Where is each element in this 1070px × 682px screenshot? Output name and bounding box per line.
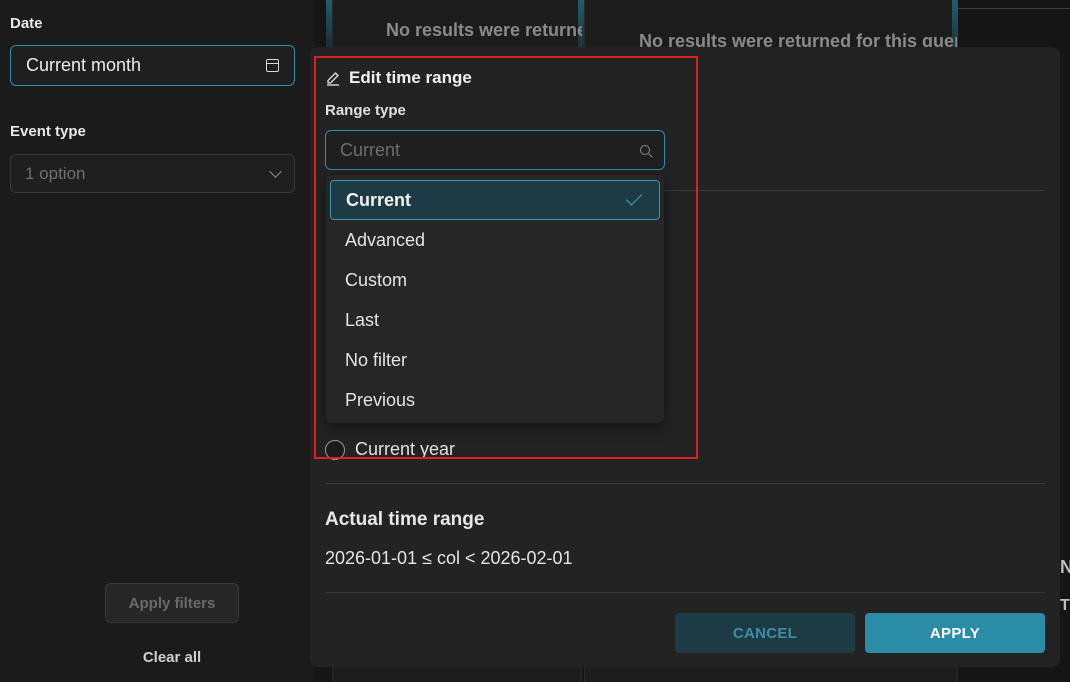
pencil-icon bbox=[327, 72, 339, 86]
apply-filters-button[interactable]: Apply filters bbox=[105, 583, 239, 623]
dropdown-option-custom[interactable]: Custom bbox=[330, 260, 660, 300]
event-type-value: 1 option bbox=[25, 163, 86, 183]
range-type-label: Range type bbox=[325, 102, 406, 119]
event-type-label: Event type bbox=[10, 123, 86, 140]
search-placeholder: Current bbox=[340, 139, 401, 160]
option-label: Current bbox=[346, 189, 412, 210]
actual-time-range-value: 2026-01-01 ≤ col < 2026-02-01 bbox=[325, 548, 573, 568]
radio-button[interactable] bbox=[325, 439, 345, 460]
edge-text: N bbox=[1060, 557, 1070, 577]
option-label: Last bbox=[345, 309, 380, 330]
dropdown-option-last[interactable]: Last bbox=[330, 300, 660, 340]
calendar-icon bbox=[266, 59, 279, 72]
clear-all-button[interactable]: Clear all bbox=[105, 649, 239, 666]
option-label: Previous bbox=[345, 389, 416, 410]
date-label: Date bbox=[10, 15, 43, 32]
search-icon bbox=[640, 145, 650, 155]
option-label: Advanced bbox=[345, 229, 426, 250]
radio-label: Current year bbox=[355, 439, 456, 459]
no-results-text: No results were returne bbox=[386, 20, 582, 40]
actual-time-range-title: Actual time range bbox=[325, 509, 485, 530]
modal-title: Edit time range bbox=[325, 68, 472, 88]
date-value: Current month bbox=[26, 55, 142, 75]
divider bbox=[325, 592, 1045, 593]
divider bbox=[325, 483, 1045, 484]
card-border bbox=[958, 8, 1070, 9]
range-type-search-input[interactable]: Current bbox=[325, 130, 665, 170]
event-type-select[interactable]: 1 option bbox=[10, 154, 295, 193]
option-label: No filter bbox=[345, 349, 408, 370]
radio-option-current-year[interactable]: Current year bbox=[325, 439, 455, 460]
chevron-down-icon bbox=[269, 164, 282, 178]
dropdown-option-current[interactable]: Current bbox=[330, 180, 660, 220]
check-icon bbox=[625, 189, 643, 206]
dropdown-option-no-filter[interactable]: No filter bbox=[330, 340, 660, 380]
edge-text: T bbox=[1060, 597, 1070, 614]
apply-button[interactable]: APPLY bbox=[865, 613, 1045, 653]
dropdown-option-advanced[interactable]: Advanced bbox=[330, 220, 660, 260]
range-type-dropdown: Current Advanced Custom Last No filter P… bbox=[326, 175, 664, 423]
cancel-button[interactable]: CANCEL bbox=[675, 613, 855, 653]
dropdown-option-previous[interactable]: Previous bbox=[330, 380, 660, 420]
filter-panel: Date Current month Event type 1 option A… bbox=[0, 0, 310, 682]
option-label: Custom bbox=[345, 269, 408, 290]
date-picker-input[interactable]: Current month bbox=[10, 45, 295, 86]
modal-title-text: Edit time range bbox=[349, 68, 472, 87]
